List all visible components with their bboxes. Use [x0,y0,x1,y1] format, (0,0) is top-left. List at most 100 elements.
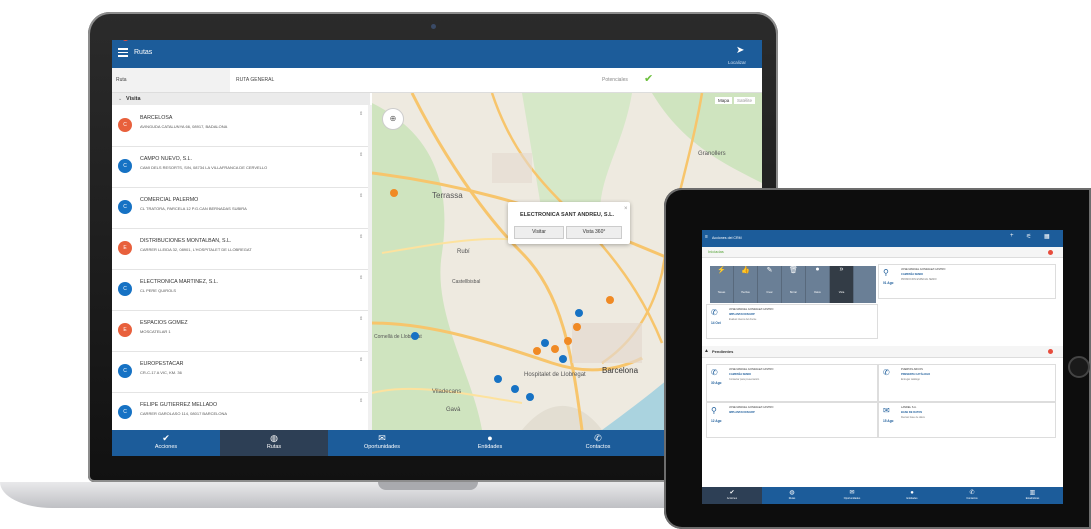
item-address: CAMI DELS RESORTS, S/N, 08734 LA VILLAFR… [140,165,268,170]
laptop-notch [378,482,478,490]
map-pin-icon[interactable] [551,345,559,353]
calendar-icon[interactable]: ▦ [1044,233,1050,240]
map-pin-icon[interactable] [494,375,502,383]
tab-acciones[interactable]: ✔ Acciones [112,430,220,456]
map-pin-icon[interactable] [564,337,572,345]
action-done[interactable]: 👍 Hechas [734,266,758,303]
action-card[interactable]: ✉ LANDEL S.A. BASE DE DATOS Revisar base… [878,402,1056,438]
item-name: BARCELOSA [140,115,173,121]
item-name: FELIPE GUTIERREZ MELLADO [140,402,218,408]
action-edit[interactable]: ✎ Crear [758,266,782,303]
status-dot: C [118,364,132,378]
section-pending[interactable] [702,346,1063,358]
phone-icon: ✆ [883,368,890,377]
close-icon[interactable]: × [624,206,628,212]
map-pin-icon[interactable] [411,332,419,340]
list-header[interactable] [112,93,370,105]
action-card[interactable]: ⚲ JOSE MANUEL GONZALEZ CASTRO CAMPAÑA SE… [878,264,1056,299]
item-address: CL PERE QUIROLS [140,288,177,293]
chat-icon: ✉ [378,433,386,443]
action-card[interactable]: ✆ JOSE MANUEL GONZALEZ CASTRO IMPLANTACI… [706,304,878,339]
tab-acciones[interactable]: ✔ Acciones [702,487,762,504]
globe-icon: ◍ [270,433,278,443]
visit-button[interactable]: Visitar [514,226,564,239]
tab-entidades[interactable]: ● Entidades [436,430,544,456]
action-tasks[interactable]: ⚡ Tareas [710,266,734,303]
navigate-icon[interactable]: ➤ [736,45,744,56]
section-pending-label: Pendientes [712,349,734,354]
tab-rutas[interactable]: ◍ Rutas [220,430,328,456]
tab-estadisticas[interactable]: ▥ Estadísticas [1002,487,1063,504]
section-started[interactable] [702,247,1063,258]
list-item[interactable]: E DISTRIBUCIONES MONTALBAN, S.L. CARRER … [112,228,368,270]
home-button[interactable] [1068,356,1090,378]
menu-icon[interactable]: ≡ [705,234,708,240]
action-card[interactable]: ✆ JOSE MANUEL GONZALEZ CASTRO CAMPAÑA SE… [706,364,878,402]
tablet-header [702,230,1063,247]
status-badge [1048,250,1053,255]
map-pin-icon[interactable] [575,309,583,317]
tablet-title: Acciones del CRM [712,236,742,240]
list-item[interactable]: E ESPACIOS GOMEZ MOSCATELAR 1 ⇕ [112,310,368,352]
map-pin-icon[interactable] [541,339,549,347]
item-name: CAMPO NUEVO, S.L. [140,156,193,162]
tab-rutas[interactable]: ◍ Rutas [762,487,822,504]
chat-icon: ✉ [849,490,855,496]
status-dot: C [118,159,132,173]
collapse-icon[interactable]: ⌄ [118,96,122,102]
phone-icon: ✆ [594,433,602,443]
map-pin-icon[interactable] [559,355,567,363]
tab-label: Oportunidades [363,444,401,450]
phone-icon: ✆ [969,490,975,496]
action-view[interactable]: » Vista [830,266,854,303]
filter-icon[interactable]: ⚟ [1026,233,1031,240]
action-delete[interactable]: 🗑 Borrar [782,266,806,303]
chevron-icon: ⇕ [359,234,364,240]
action-card[interactable]: ✆ PUERTAS ARCOS PRESENTA CATÁLOGO Entreg… [878,364,1056,402]
svg-text:Hospitalet de Llobregat: Hospitalet de Llobregat [524,372,586,378]
route-label-cell [112,68,230,92]
map-pin-icon[interactable] [511,385,519,393]
map-type-satellite[interactable]: Satélite [734,97,756,104]
tab-contactos[interactable]: ✆ Contactos [544,430,652,456]
phone-icon: ✆ [711,368,718,377]
map-type-map[interactable]: Mapa [715,97,733,104]
pin-icon: ⚲ [883,268,889,277]
item-address: CARRER GAROLASO 114, 08017 BARCELONA [140,411,228,416]
tab-oportunidades[interactable]: ✉ Oportunidades [328,430,436,456]
tab-contactos[interactable]: ✆ Contactos [942,487,1002,504]
map-pin-icon[interactable] [573,323,581,331]
map-pin-icon[interactable] [390,189,398,197]
svg-text:Rubí: Rubí [457,249,470,255]
list-item[interactable]: C BARCELOSA AVINGUDA CATALUNYA 66, 08917… [112,105,368,147]
phone-icon: ✆ [711,308,718,317]
add-icon[interactable]: + [1010,233,1014,239]
item-name: ELECTRONICA MARTINEZ, S.L. [140,279,219,285]
item-address: CL TRATORA, PARCELA 12 P.G.CAN BERNADAS … [140,206,247,211]
map-pin-icon[interactable] [606,296,614,304]
mail-icon: ✉ [883,406,890,415]
tab-entidades[interactable]: ● Entidades [882,487,942,504]
potential-check-icon[interactable]: ✔ [644,72,653,85]
list-item[interactable]: C COMERCIAL PALERMO CL TRATORA, PARCELA … [112,187,368,229]
street-view-button[interactable]: Vista 360° [566,226,622,239]
visit-list: C BARCELOSA AVINGUDA CATALUNYA 66, 08917… [112,105,368,430]
tab-label: Contactos [585,444,611,450]
action-data[interactable]: ● Datos [806,266,830,303]
map-pin-icon[interactable] [526,393,534,401]
list-item[interactable]: C ELECTRONICA MARTINEZ, S.L. CL PERE QUI… [112,269,368,311]
list-item[interactable]: C FELIPE GUTIERREZ MELLADO CARRER GAROLA… [112,392,368,430]
route-select[interactable]: RUTA GENERAL [236,77,274,83]
tab-oportunidades[interactable]: ✉ Oportunidades [822,487,882,504]
chevron-icon: ⇕ [359,275,364,281]
svg-text:Barcelona: Barcelona [602,366,639,375]
chevron-icon: ⇕ [359,398,364,404]
list-item[interactable]: C CAMPO NUEVO, S.L. CAMI DELS RESORTS, S… [112,146,368,188]
status-dot: C [118,405,132,419]
action-card[interactable]: ⚲ JOSE MANUEL GONZALEZ CASTRO IMPLANTACI… [706,402,878,438]
map-pin-icon[interactable] [533,347,541,355]
list-item[interactable]: C EUROPESTACAR CR-C-17 A VIC, KM. 36 ⇕ [112,351,368,393]
tab-label: Rutas [266,444,282,450]
map-pan-control[interactable]: ⊕ [382,108,404,130]
menu-icon[interactable] [118,48,128,57]
